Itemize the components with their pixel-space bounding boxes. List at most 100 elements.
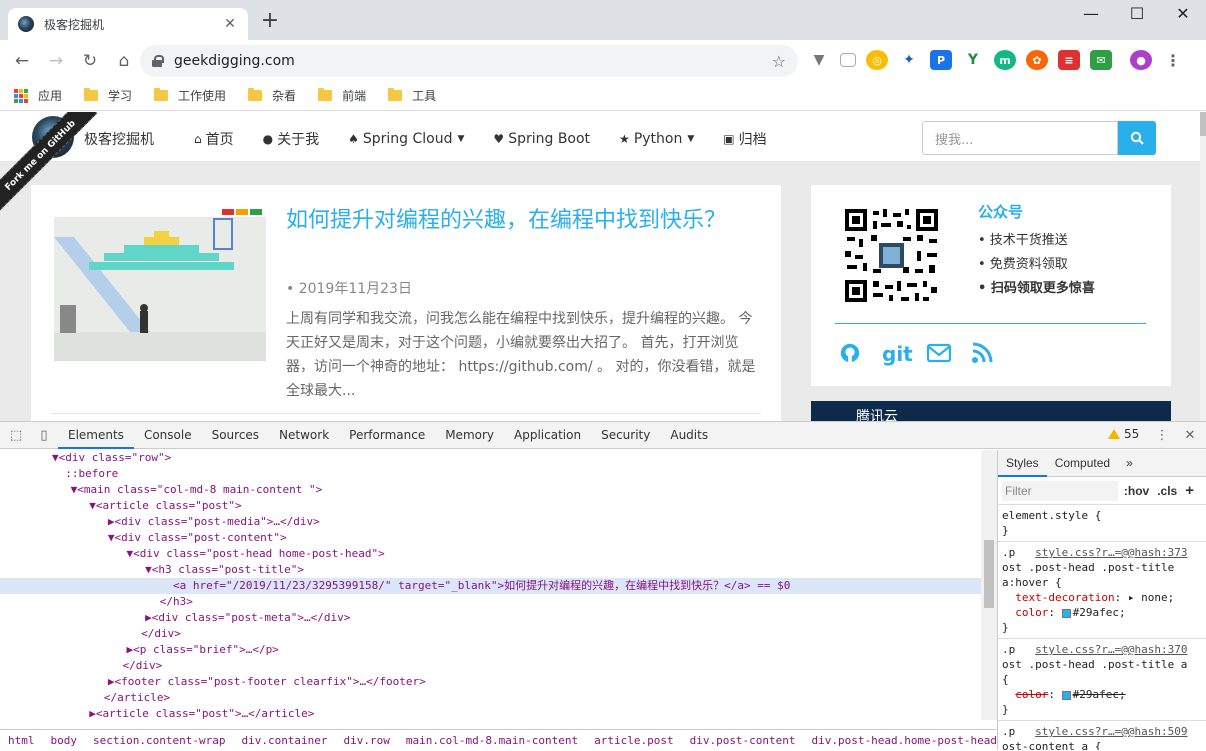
search-button[interactable]: [1118, 121, 1156, 155]
ad-banner[interactable]: 腾讯云: [811, 401, 1171, 421]
breadcrumb-item[interactable]: main.col-md-8.main-content: [398, 734, 586, 747]
address-bar[interactable]: geekdigging.com ☆: [140, 45, 798, 77]
extension-wechat-icon[interactable]: ✉: [1090, 50, 1112, 70]
site-name[interactable]: 极客挖掘机: [84, 129, 154, 149]
rule-selector[interactable]: .p style.css?r…=@@hash:509: [998, 724, 1206, 739]
dom-node[interactable]: </h3>: [0, 594, 981, 610]
mail-icon[interactable]: [926, 342, 952, 368]
style-property[interactable]: color: #29afec;: [998, 605, 1206, 620]
bookmark-apps[interactable]: 应用: [14, 87, 62, 104]
maximize-icon[interactable]: ☐: [1114, 4, 1160, 28]
tab-security[interactable]: Security: [591, 422, 660, 449]
post-thumbnail[interactable]: [54, 207, 266, 361]
tab-network[interactable]: Network: [269, 422, 339, 449]
dom-node[interactable]: </div>: [0, 658, 981, 674]
menu-kebab-icon[interactable]: ⋮: [1162, 50, 1184, 70]
nav-item-home[interactable]: ⌂ 首页: [194, 129, 234, 149]
breadcrumb-item[interactable]: section.content-wrap: [85, 734, 233, 747]
home-icon[interactable]: ⌂: [108, 45, 140, 77]
device-toolbar-icon[interactable]: ▯: [30, 422, 58, 449]
add-rule-icon[interactable]: +: [1185, 482, 1194, 499]
profile-avatar[interactable]: ●: [1130, 50, 1152, 70]
tab-performance[interactable]: Performance: [339, 422, 435, 449]
post-title-link[interactable]: 如何提升对编程的兴趣，在编程中找到快乐？: [286, 205, 756, 236]
color-swatch[interactable]: [1061, 608, 1071, 618]
bookmark-folder[interactable]: 工具: [388, 87, 436, 104]
tab-styles[interactable]: Styles: [998, 450, 1047, 477]
devtools-menu-icon[interactable]: ⋮: [1148, 422, 1176, 449]
forward-icon[interactable]: →: [40, 45, 72, 77]
extension-p-icon[interactable]: P: [930, 50, 952, 70]
dom-node[interactable]: ▶<article class="post">…</article>: [0, 706, 981, 720]
minimize-icon[interactable]: —: [1068, 4, 1114, 28]
dom-node[interactable]: ▼<h3 class="post-title">: [0, 562, 981, 578]
breadcrumb-item[interactable]: div.post-content: [682, 734, 804, 747]
bookmark-folder[interactable]: 杂看: [248, 87, 296, 104]
scrollbar-thumb[interactable]: [984, 540, 994, 608]
extension-compass-icon[interactable]: ◎: [866, 50, 888, 70]
scrollbar-thumb[interactable]: [1200, 112, 1206, 136]
reload-icon[interactable]: ↻: [74, 45, 106, 77]
nav-item-python[interactable]: ★ Python ▼: [619, 129, 694, 149]
github-icon[interactable]: [839, 342, 865, 368]
breadcrumb-item[interactable]: article.post: [586, 734, 681, 747]
dom-node[interactable]: ▼<article class="post">: [0, 498, 981, 514]
breadcrumb-item[interactable]: div.row: [336, 734, 398, 747]
tab-sources[interactable]: Sources: [202, 422, 269, 449]
nav-item-archive[interactable]: ▣ 归档: [723, 129, 766, 149]
tab-computed[interactable]: Computed: [1047, 450, 1118, 477]
extension-bird-icon[interactable]: ✦: [898, 50, 920, 70]
search-input[interactable]: 搜我...: [922, 121, 1118, 155]
bookmark-folder[interactable]: 学习: [84, 87, 132, 104]
warning-count[interactable]: 55: [1108, 427, 1139, 441]
dom-node[interactable]: ▼<div class="post-content">: [0, 530, 981, 546]
dom-node[interactable]: ▼<main class="col-md-8 main-content ">: [0, 482, 981, 498]
extension-todo-icon[interactable]: ≡: [1058, 50, 1080, 70]
url-text[interactable]: geekdigging.com: [174, 53, 772, 69]
bookmark-folder[interactable]: 工作使用: [154, 87, 226, 104]
bookmark-folder[interactable]: 前端: [318, 87, 366, 104]
browser-tab[interactable]: 极客挖掘机 ✕: [8, 8, 248, 40]
color-swatch[interactable]: [1061, 690, 1071, 700]
close-tab-icon[interactable]: ✕: [222, 16, 238, 32]
git-icon[interactable]: git: [882, 342, 913, 368]
nav-item-spring-boot[interactable]: ♥ Spring Boot: [493, 129, 590, 149]
rule-selector[interactable]: .p style.css?r…=@@hash:370: [998, 642, 1206, 657]
hov-toggle[interactable]: :hov: [1124, 484, 1149, 498]
page-scrollbar[interactable]: [1200, 112, 1206, 421]
nav-item-about[interactable]: ● 关于我: [263, 129, 319, 149]
back-icon[interactable]: ←: [6, 45, 38, 77]
tab-console[interactable]: Console: [134, 422, 202, 449]
extension-orange-icon[interactable]: ✿: [1026, 50, 1048, 70]
dom-node[interactable]: ▶<footer class="post-footer clearfix">…<…: [0, 674, 981, 690]
extension-m-icon[interactable]: m: [994, 50, 1016, 70]
dom-node[interactable]: ▶<div class="post-media">…</div>: [0, 514, 981, 530]
breadcrumb-item[interactable]: div.container: [233, 734, 335, 747]
extension-reader-icon[interactable]: [840, 53, 856, 67]
close-devtools-icon[interactable]: ✕: [1176, 422, 1204, 449]
close-window-icon[interactable]: ✕: [1160, 4, 1206, 28]
dom-node[interactable]: ▼<div class="row">: [0, 450, 981, 466]
rule-selector[interactable]: .p style.css?r…=@@hash:373: [998, 545, 1206, 560]
elements-scrollbar[interactable]: [981, 450, 997, 720]
breadcrumb-item[interactable]: html: [0, 734, 43, 747]
style-property[interactable]: text-decoration: ▸ none;: [998, 590, 1206, 605]
bookmark-star-icon[interactable]: ☆: [772, 52, 786, 71]
dom-node[interactable]: ▶<p class="brief">…</p>: [0, 642, 981, 658]
style-property[interactable]: color: #29afec;: [998, 687, 1206, 702]
dom-node[interactable]: ▼<div class="post-head home-post-head">: [0, 546, 981, 562]
rule-selector[interactable]: element.style {: [998, 508, 1206, 523]
nav-item-spring-cloud[interactable]: ♠ Spring Cloud ▼: [348, 129, 464, 149]
cls-toggle[interactable]: .cls: [1157, 484, 1177, 498]
tab-audits[interactable]: Audits: [660, 422, 718, 449]
inspect-element-icon[interactable]: ⬚: [2, 422, 30, 449]
extension-vee-icon[interactable]: ▼: [808, 50, 830, 70]
rss-icon[interactable]: [971, 342, 997, 368]
extension-y-icon[interactable]: Y: [962, 50, 984, 70]
breadcrumb-item[interactable]: body: [43, 734, 86, 747]
dom-node-selected[interactable]: <a href="/2019/11/23/3295399158/" target…: [0, 578, 981, 594]
tab-application[interactable]: Application: [504, 422, 591, 449]
more-tabs-icon[interactable]: »: [1118, 450, 1141, 477]
styles-filter-input[interactable]: Filter: [1002, 480, 1118, 501]
dom-node[interactable]: </article>: [0, 690, 981, 706]
